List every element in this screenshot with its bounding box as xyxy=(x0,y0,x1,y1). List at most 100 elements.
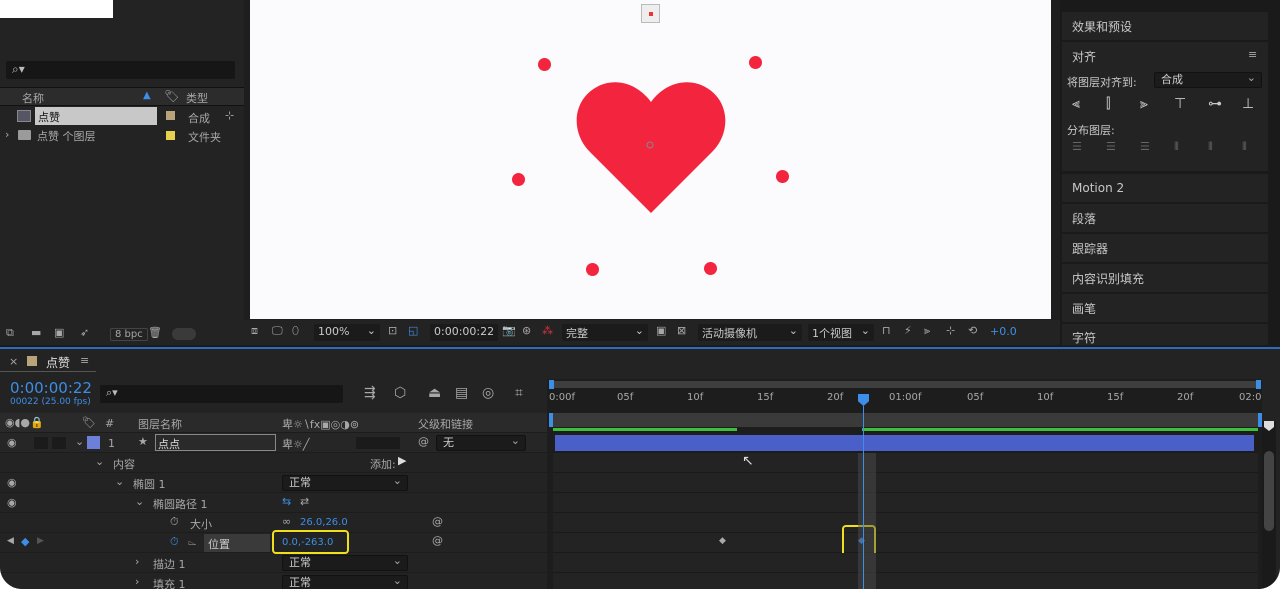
expand-arrow-icon[interactable]: ⌄ xyxy=(75,435,84,448)
reset-exposure-icon[interactable]: ⟲ xyxy=(968,324,977,337)
heart-shape[interactable] xyxy=(575,80,727,214)
layer-duration-bar[interactable] xyxy=(555,435,1254,451)
monitor-icon[interactable]: 🖵 xyxy=(272,324,283,338)
layer-name-field[interactable]: 点点 xyxy=(155,434,276,451)
stroke-row[interactable]: › 描边 1 正常 xyxy=(0,553,547,573)
panel-menu-icon[interactable]: ≡ xyxy=(1248,48,1257,61)
size-value[interactable]: 26.0,26.0 xyxy=(300,517,348,528)
burst-dot[interactable] xyxy=(586,263,599,276)
character-panel[interactable]: 字符 xyxy=(1062,324,1268,345)
camera-select[interactable]: 活动摄像机 ⌄ xyxy=(698,324,802,341)
align-bottom-icon[interactable]: ⊥ xyxy=(1242,96,1254,112)
align-to-select[interactable]: 合成 xyxy=(1154,71,1262,88)
align-top-icon[interactable]: ⊤ xyxy=(1174,96,1186,112)
close-icon[interactable]: × xyxy=(9,355,18,368)
work-area-bar[interactable] xyxy=(549,413,1262,427)
expand-arrow-icon[interactable]: › xyxy=(135,575,139,588)
rgb-icon[interactable]: ⁂ xyxy=(542,324,553,337)
distribute-left-icon[interactable]: ⦀ xyxy=(1174,140,1179,154)
navigator-start-handle[interactable] xyxy=(549,380,554,389)
add-arrow-icon[interactable]: ▶ xyxy=(398,454,406,467)
align-right-icon[interactable]: ⫸ xyxy=(1140,96,1148,112)
exposure-value[interactable]: +0.0 xyxy=(990,325,1017,338)
expand-arrow-icon[interactable]: ⌄ xyxy=(95,455,104,468)
comp-tab-label[interactable]: 点赞 xyxy=(46,354,70,371)
layer-search-input[interactable]: ⌕▾ xyxy=(100,385,343,403)
solo-box[interactable] xyxy=(34,437,48,449)
panel-title[interactable]: 字符 xyxy=(1072,329,1096,346)
fit-icon[interactable]: ⊡ xyxy=(388,324,397,337)
project-item[interactable]: › 点赞 个图层 文件夹 xyxy=(0,126,244,145)
layer-switch-icons[interactable]: 卑☼╱ xyxy=(282,436,309,452)
time-ruler[interactable]: 0:00f 05f 10f 15f 20f 01:00f 05f 10f 15f… xyxy=(549,389,1261,413)
interpret-footage-icon[interactable]: ⧉ xyxy=(6,326,14,340)
lock-box[interactable] xyxy=(52,437,66,449)
expand-arrow-icon[interactable]: ⌄ xyxy=(135,495,144,508)
eye-icon[interactable]: ◉ xyxy=(7,436,17,449)
switch-boxes[interactable] xyxy=(356,437,400,449)
constrain-link-icon[interactable]: ∞ xyxy=(282,515,291,528)
timeline-icon[interactable]: ⫸ xyxy=(924,324,930,338)
paragraph-panel[interactable]: 段落 xyxy=(1062,204,1268,232)
thumbnail-toggle[interactable] xyxy=(172,328,196,340)
zoom-select[interactable]: 100% ⌄ xyxy=(314,324,380,341)
panel-title[interactable]: 画笔 xyxy=(1072,300,1096,317)
comp-mini-flowchart-icon[interactable]: ⇶ xyxy=(364,385,376,401)
panel-title[interactable]: Motion 2 xyxy=(1072,181,1124,195)
fill-row[interactable]: › 填充 1 正常 xyxy=(0,573,547,589)
project-search-input[interactable]: ⌕▾ xyxy=(6,61,235,79)
color-channel-icon[interactable]: ⊛ xyxy=(522,324,531,337)
keyframe-toggle-icon[interactable]: ◆ xyxy=(21,535,29,548)
distribute-hcenter-icon[interactable]: ⦀ xyxy=(1208,140,1213,154)
tracker-panel[interactable]: 跟踪器 xyxy=(1062,234,1268,262)
new-folder-icon[interactable]: ▬ xyxy=(31,326,41,339)
blend-mode-select[interactable]: 正常 xyxy=(282,574,408,589)
sort-arrow-icon[interactable]: ▲ xyxy=(143,90,151,101)
expand-arrow-icon[interactable]: ⌄ xyxy=(115,475,124,488)
layer-row[interactable]: ◉ ⌄ 1 ★ 点点 卑☼╱ @ 无 xyxy=(0,433,547,453)
stopwatch-icon[interactable]: ⏱ xyxy=(170,535,179,549)
composition-canvas[interactable] xyxy=(250,0,1051,319)
keyframe-icon[interactable]: ◆ xyxy=(719,536,726,546)
stopwatch-icon[interactable]: ⏱ xyxy=(170,515,179,529)
region-of-interest-icon[interactable]: ▣ xyxy=(656,324,666,337)
current-time-display[interactable]: 0:00:00:22 xyxy=(10,379,92,397)
bit-depth-label[interactable]: 8 bpc xyxy=(110,328,148,341)
shy-icon[interactable]: ⏏ xyxy=(428,385,441,401)
panel-title[interactable]: 跟踪器 xyxy=(1072,240,1108,257)
burst-dot[interactable] xyxy=(704,262,717,275)
region-icon[interactable]: ◱ xyxy=(408,324,418,337)
distribute-right-icon[interactable]: ⦀ xyxy=(1242,140,1247,154)
brushes-panel[interactable]: 画笔 xyxy=(1062,294,1268,322)
draft-3d-icon[interactable]: ⬡ xyxy=(394,385,406,401)
pickwhip-icon[interactable]: @ xyxy=(418,435,429,448)
new-composition-icon[interactable]: ▣ xyxy=(54,326,64,339)
frame-blending-icon[interactable]: ▤ xyxy=(455,385,468,401)
comp-marker-icon[interactable] xyxy=(1264,421,1274,431)
project-item[interactable]: 点赞 合成 ⊹ xyxy=(0,107,244,126)
camera-icon[interactable]: 📷 xyxy=(502,324,516,337)
flowchart-icon[interactable]: ⊹ xyxy=(946,324,955,337)
distribute-vcenter-icon[interactable]: ☰ xyxy=(1106,140,1116,153)
panel-menu-icon[interactable]: ≡ xyxy=(80,354,89,367)
align-hcenter-icon[interactable]: ⫿ xyxy=(1106,96,1110,112)
position-property-row[interactable]: ◀ ◆ ▶ ⏱ ⌳ 位置 0.0,-263.0 @ xyxy=(0,530,547,554)
flowchart-icon[interactable]: ⊹ xyxy=(225,109,234,122)
expand-arrow-icon[interactable]: › xyxy=(135,555,139,568)
eye-icon[interactable]: ◉ xyxy=(7,476,17,489)
position-value[interactable]: 0.0,-263.0 xyxy=(282,537,333,548)
next-keyframe-icon[interactable]: ▶ xyxy=(37,536,44,546)
motion2-panel[interactable]: Motion 2 xyxy=(1062,174,1268,202)
parent-select[interactable]: 无 xyxy=(436,434,526,451)
work-area-start-handle[interactable] xyxy=(549,413,553,427)
align-vcenter-icon[interactable]: ⊶ xyxy=(1208,96,1222,112)
burst-dot[interactable] xyxy=(776,170,789,183)
panel-title[interactable]: 内容识别填充 xyxy=(1072,270,1144,287)
expression-pickwhip-icon[interactable]: @ xyxy=(432,515,443,528)
expand-arrow-icon[interactable]: › xyxy=(5,128,9,141)
transparency-grid-icon[interactable]: ⊠ xyxy=(677,324,686,337)
resolution-select[interactable]: 完整 ⌄ xyxy=(562,324,648,341)
motion-blur-icon[interactable]: ◎ xyxy=(482,385,494,401)
distribute-top-icon[interactable]: ☰ xyxy=(1072,140,1082,153)
fast-preview-icon[interactable]: ⚡ xyxy=(904,324,912,337)
